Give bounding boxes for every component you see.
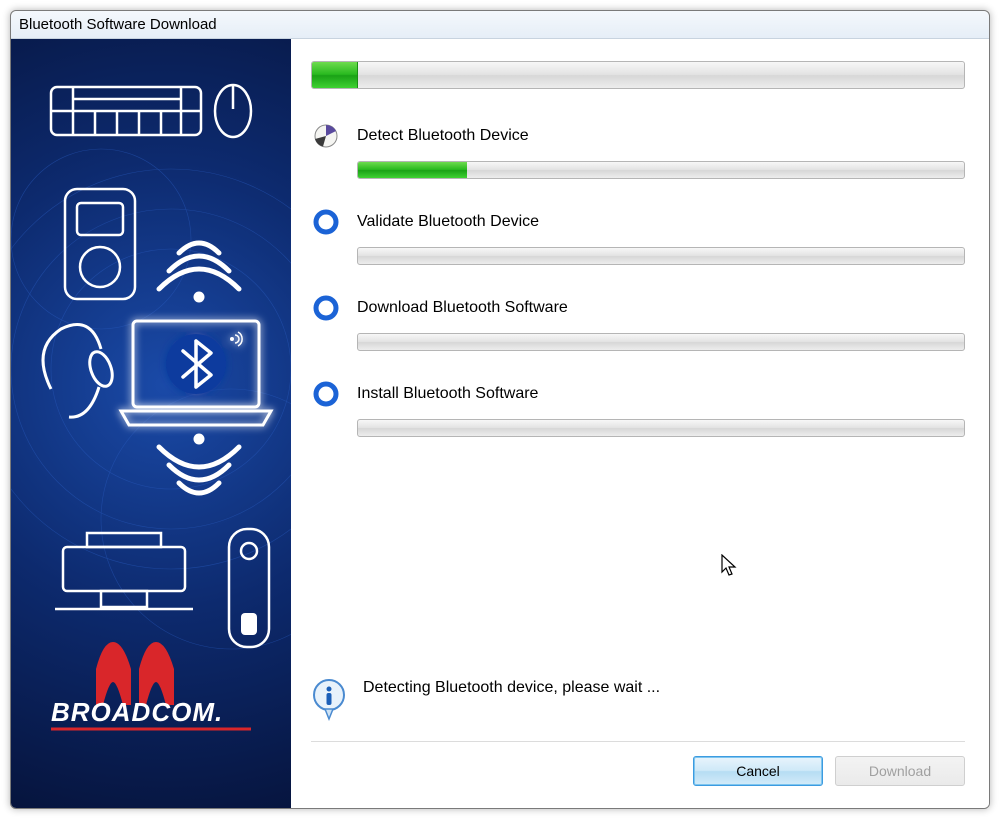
headset-icon xyxy=(43,325,117,418)
window-title: Bluetooth Software Download xyxy=(19,16,217,33)
steps-list: Detect Bluetooth Device Validate Bluetoo… xyxy=(311,121,965,465)
printer-icon xyxy=(55,533,193,609)
step-progress-bar xyxy=(357,161,965,179)
step-install: Install Bluetooth Software xyxy=(311,379,965,457)
sidebar-graphic: BROADCOM. xyxy=(11,39,291,808)
overall-progress-fill xyxy=(312,62,358,88)
keyboard-icon xyxy=(51,87,201,135)
step-progress-fill xyxy=(358,162,467,178)
cancel-button[interactable]: Cancel xyxy=(693,756,823,786)
pending-icon xyxy=(311,293,341,323)
status-message: Detecting Bluetooth device, please wait … xyxy=(363,679,660,697)
button-row: Cancel Download xyxy=(311,741,965,796)
cursor-icon xyxy=(721,554,739,578)
step-progress-bar xyxy=(357,247,965,265)
main-panel: Detect Bluetooth Device Validate Bluetoo… xyxy=(291,39,989,808)
titlebar[interactable]: Bluetooth Software Download xyxy=(11,11,989,39)
broadcom-logo: BROADCOM. xyxy=(51,642,251,729)
signal-bottom-icon xyxy=(159,436,239,493)
step-label: Validate Bluetooth Device xyxy=(357,213,539,231)
player-icon xyxy=(65,189,135,299)
pending-icon xyxy=(311,379,341,409)
step-label: Install Bluetooth Software xyxy=(357,385,538,403)
step-progress-bar xyxy=(357,419,965,437)
svg-text:BROADCOM.: BROADCOM. xyxy=(51,697,223,727)
pending-icon xyxy=(311,207,341,237)
step-validate: Validate Bluetooth Device xyxy=(311,207,965,285)
step-progress-bar xyxy=(357,333,965,351)
signal-top-icon xyxy=(159,243,239,300)
step-label: Download Bluetooth Software xyxy=(357,299,568,317)
laptop-bluetooth-icon xyxy=(121,321,271,425)
download-button: Download xyxy=(835,756,965,786)
status-area: Detecting Bluetooth device, please wait … xyxy=(311,679,965,741)
step-download: Download Bluetooth Software xyxy=(311,293,965,371)
step-label: Detect Bluetooth Device xyxy=(357,127,529,145)
spinner-icon xyxy=(311,121,341,151)
step-detect: Detect Bluetooth Device xyxy=(311,121,965,199)
mouse-icon xyxy=(215,85,251,137)
content-area: BROADCOM. xyxy=(11,39,989,808)
overall-progress-bar xyxy=(311,61,965,89)
info-icon xyxy=(311,679,347,721)
dialog-window: Bluetooth Software Download xyxy=(10,10,990,809)
